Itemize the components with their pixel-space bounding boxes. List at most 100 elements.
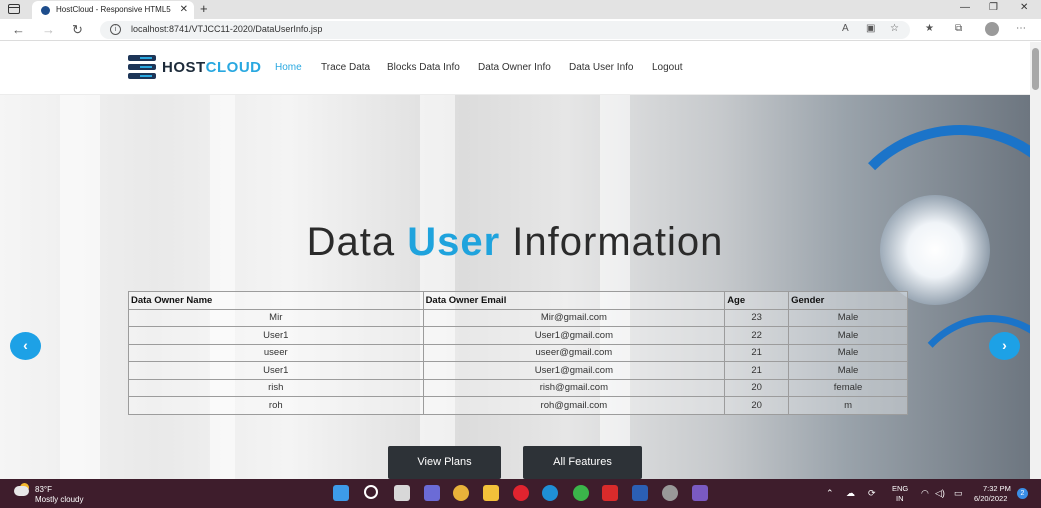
- info-icon[interactable]: i: [110, 24, 121, 35]
- owner-name-cell: useer: [128, 343, 424, 362]
- owner-email-cell: Mir@gmail.com: [422, 308, 726, 327]
- background-stripe: [600, 95, 630, 479]
- table-row: useer useer@gmail.com 21 Male: [128, 343, 908, 362]
- nav-blocks-data-info[interactable]: Blocks Data Info: [387, 62, 460, 73]
- collections-icon[interactable]: ⧉: [955, 23, 962, 34]
- age-cell: 20: [724, 378, 790, 397]
- logo-main: HOST: [162, 59, 206, 76]
- background-stripe: [420, 95, 455, 479]
- sync-icon[interactable]: ⟳: [868, 488, 876, 499]
- browser-tabstrip: HostCloud - Responsive HTML5 ✕ + — ❐ ✕: [0, 0, 1041, 19]
- background-stripe: [60, 95, 100, 479]
- table-row: User1 User1@gmail.com 22 Male: [128, 326, 908, 345]
- age-cell: 20: [724, 396, 790, 415]
- table-row: Mir Mir@gmail.com 23 Male: [128, 308, 908, 327]
- gender-cell: Male: [788, 308, 908, 327]
- owner-name-cell: roh: [128, 396, 424, 415]
- profile-avatar[interactable]: [985, 22, 999, 36]
- read-aloud-icon[interactable]: A: [842, 23, 849, 34]
- nav-data-owner-info[interactable]: Data Owner Info: [478, 62, 551, 73]
- clock-date[interactable]: 6/20/2022: [974, 494, 1007, 503]
- back-icon[interactable]: ←: [12, 22, 25, 37]
- task-view-icon[interactable]: [394, 485, 410, 501]
- app-available-icon[interactable]: ▣: [866, 23, 875, 34]
- chevron-up-icon[interactable]: ⌃: [826, 488, 834, 499]
- view-plans-button[interactable]: View Plans: [388, 446, 501, 479]
- notification-badge[interactable]: 2: [1017, 488, 1028, 499]
- nav-trace-data[interactable]: Trace Data: [321, 62, 370, 73]
- table-row: User1 User1@gmail.com 21 Male: [128, 361, 908, 380]
- window-menu-icon[interactable]: [8, 4, 20, 14]
- tab-title: HostCloud - Responsive HTML5: [56, 5, 171, 14]
- start-icon[interactable]: [333, 485, 349, 501]
- opera-icon[interactable]: [513, 485, 529, 501]
- new-tab-icon[interactable]: +: [200, 1, 208, 16]
- logo-server-icon[interactable]: [128, 55, 156, 79]
- favorites-icon[interactable]: ★: [925, 23, 934, 34]
- visual-studio-icon[interactable]: [692, 485, 708, 501]
- carousel-prev-button[interactable]: ‹: [10, 332, 41, 360]
- table-row: roh roh@gmail.com 20 m: [128, 396, 908, 415]
- age-cell: 21: [724, 343, 790, 362]
- gender-cell: Male: [788, 326, 908, 345]
- pdf-reader-icon[interactable]: [602, 485, 618, 501]
- owner-name-cell: User1: [128, 326, 424, 345]
- nav-logout[interactable]: Logout: [652, 62, 683, 73]
- nav-home[interactable]: Home: [275, 62, 302, 73]
- settings-gear-icon[interactable]: [662, 485, 678, 501]
- forward-icon[interactable]: →: [42, 22, 55, 37]
- column-header: Data Owner Email: [422, 291, 726, 310]
- column-header: Age: [724, 291, 790, 310]
- age-cell: 22: [724, 326, 790, 345]
- owner-email-cell: roh@gmail.com: [422, 396, 726, 415]
- owner-email-cell: User1@gmail.com: [422, 361, 726, 380]
- wifi-icon[interactable]: ◠: [921, 488, 929, 499]
- chrome-icon[interactable]: [453, 485, 469, 501]
- owner-name-cell: rish: [128, 378, 424, 397]
- cloud-icon[interactable]: ☁: [846, 488, 855, 499]
- owner-email-cell: rish@gmail.com: [422, 378, 726, 397]
- weather-cloud-icon[interactable]: [14, 486, 29, 496]
- scrollbar-thumb[interactable]: [1032, 48, 1039, 90]
- close-window-icon[interactable]: ✕: [1020, 2, 1028, 13]
- gender-cell: m: [788, 396, 908, 415]
- battery-icon[interactable]: ▭: [954, 488, 963, 499]
- volume-icon[interactable]: ◁): [935, 488, 945, 499]
- favorite-star-icon[interactable]: ☆: [890, 23, 899, 34]
- teams-chat-icon[interactable]: [424, 485, 440, 501]
- url-field[interactable]: i localhost:8741/VTJCC11-2020/DataUserIn…: [100, 21, 910, 39]
- age-cell: 21: [724, 361, 790, 380]
- hero-banner: Data User Information Data Owner Name Da…: [0, 95, 1030, 479]
- url-text[interactable]: localhost:8741/VTJCC11-2020/DataUserInfo…: [131, 24, 322, 34]
- more-menu-icon[interactable]: ⋯: [1016, 23, 1026, 34]
- table-header-row: Data Owner Name Data Owner Email Age Gen…: [128, 291, 908, 310]
- language-region[interactable]: IN: [896, 494, 904, 503]
- page-scrollbar[interactable]: [1030, 42, 1041, 479]
- chrome-canary-icon[interactable]: [573, 485, 589, 501]
- gender-cell: Male: [788, 361, 908, 380]
- logo-accent: CLOUD: [205, 59, 262, 76]
- clock-time[interactable]: 7:32 PM: [983, 484, 1011, 493]
- weather-temperature[interactable]: 83°F: [35, 485, 52, 494]
- language-indicator[interactable]: ENG: [892, 484, 908, 493]
- word-icon[interactable]: [632, 485, 648, 501]
- browser-tab[interactable]: HostCloud - Responsive HTML5 ✕: [32, 1, 194, 19]
- nav-data-user-info[interactable]: Data User Info: [569, 62, 633, 73]
- weather-description[interactable]: Mostly cloudy: [35, 495, 83, 504]
- file-explorer-icon[interactable]: [483, 485, 499, 501]
- close-tab-icon[interactable]: ✕: [180, 4, 188, 15]
- restore-icon[interactable]: ❐: [989, 2, 998, 13]
- taskbar: 83°F Mostly cloudy ⌃ ☁ ⟳ ENG IN ◠ ◁) ▭ 7…: [0, 479, 1041, 508]
- owner-email-cell: useer@gmail.com: [422, 343, 726, 362]
- page-title: Data User Information: [306, 220, 724, 264]
- logo-text[interactable]: HOSTCLOUD: [162, 59, 262, 76]
- minimize-icon[interactable]: —: [960, 2, 970, 13]
- site-header: HOSTCLOUD Home Trace Data Blocks Data In…: [0, 42, 1030, 95]
- all-features-button[interactable]: All Features: [523, 446, 642, 479]
- owner-email-cell: User1@gmail.com: [422, 326, 726, 345]
- refresh-icon[interactable]: ↻: [72, 22, 83, 38]
- owner-name-cell: User1: [128, 361, 424, 380]
- search-icon[interactable]: [364, 485, 378, 499]
- carousel-next-button[interactable]: ›: [989, 332, 1020, 360]
- edge-icon[interactable]: [542, 485, 558, 501]
